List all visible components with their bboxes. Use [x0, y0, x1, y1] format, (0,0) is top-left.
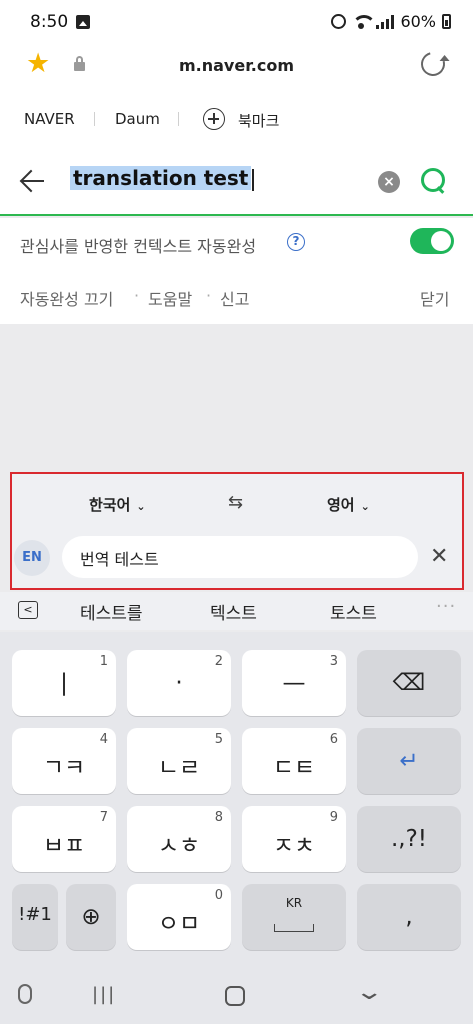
home-icon[interactable] [225, 986, 245, 1006]
microphone-icon[interactable] [18, 984, 32, 1004]
gallery-notification-icon [76, 15, 90, 29]
separator-dot: · [206, 286, 212, 305]
search-icon[interactable] [421, 168, 447, 194]
enter-key[interactable]: ↵ [357, 728, 461, 794]
text-caret [252, 168, 255, 191]
help-icon[interactable]: ? [287, 233, 305, 251]
reload-icon[interactable] [416, 47, 450, 81]
url-text[interactable]: m.naver.com [0, 56, 473, 75]
backspace-icon: ⌫ [392, 670, 426, 696]
search-query: translation test [70, 166, 252, 190]
chevron-down-icon: ⌄ [136, 500, 146, 513]
back-arrow-icon[interactable] [20, 170, 46, 192]
source-language-select[interactable]: 한국어 ⌄ [89, 494, 146, 515]
target-language-label: 영어 [327, 496, 355, 514]
close-translator-icon[interactable]: ✕ [430, 544, 448, 569]
suggestion-item[interactable]: 테스트를 [80, 599, 143, 624]
collapse-toolbar-icon[interactable]: < [18, 601, 38, 619]
context-autocomplete-label: 관심사를 반영한 컨텍스트 자동완성 [20, 237, 257, 256]
help-link[interactable]: 도움말 [148, 286, 192, 310]
autocomplete-context-row: 관심사를 반영한 컨텍스트 자동완성 ? [0, 218, 473, 268]
battery-icon [442, 14, 451, 29]
source-language-label: 한국어 [89, 496, 131, 514]
punctuation-key[interactable]: .,?! [357, 806, 461, 872]
status-bar: 8:50 60% [0, 0, 473, 44]
symbols-key[interactable]: !#1 [12, 884, 58, 950]
key-giyeok-kieuk[interactable]: ㄱㅋ 4 [12, 728, 116, 794]
language-key[interactable]: ⊕ [66, 884, 116, 950]
close-autocomplete-link[interactable]: 닫기 [420, 286, 449, 310]
bookmark-bar: NAVER Daum 북마크 [0, 90, 473, 146]
status-time: 8:50 [30, 12, 69, 32]
separator-dot: · [134, 286, 140, 305]
enter-icon: ↵ [399, 748, 419, 774]
bookmark-separator [94, 112, 95, 126]
recent-apps-icon[interactable]: ||| [92, 984, 116, 1005]
suggestion-item[interactable]: 텍스트 [210, 599, 257, 624]
keyboard-translator-panel: 한국어 ⌄ ⇆ 영어 ⌄ EN 번역 테스트 ✕ [10, 472, 464, 590]
search-input[interactable]: translation test [70, 166, 255, 191]
status-indicators: 60% [331, 12, 451, 31]
suggestion-bar: < 테스트를 텍스트 토스트 ··· [0, 592, 473, 630]
alarm-icon [331, 14, 347, 29]
battery-percent: 60% [400, 12, 436, 31]
more-options-icon[interactable]: ··· [436, 596, 456, 617]
space-language-label: KR [285, 896, 303, 910]
korean-keyboard: | 1 · 2 —3 ⌫ ㄱㅋ 4 ㄴㄹ 5 ㄷㅌ 6 ↵ ㅂㅍ 7 ㅅㅎ 8 ㅈㅊ 9 .,?… [0, 632, 473, 962]
comma-key[interactable]: , [357, 884, 461, 950]
key-vowel-stroke[interactable]: | 1 [12, 650, 116, 716]
chevron-down-icon: ⌄ [360, 500, 370, 513]
hide-keyboard-icon[interactable]: ⌄ [354, 980, 384, 1005]
wifi-icon [352, 14, 377, 29]
swap-languages-icon[interactable]: ⇆ [228, 492, 243, 513]
space-bar-icon [274, 924, 314, 932]
bookmark-label[interactable]: 북마크 [238, 110, 279, 131]
system-navigation-bar: ||| ⌄ [0, 962, 473, 1024]
target-language-select[interactable]: 영어 ⌄ [327, 494, 370, 515]
add-bookmark-icon[interactable] [203, 108, 225, 130]
url-bar: ★ m.naver.com [0, 44, 473, 90]
key-bieup-pieup[interactable]: ㅂㅍ 7 [12, 806, 116, 872]
context-autocomplete-toggle[interactable] [410, 228, 454, 254]
key-vowel-horizontal[interactable]: —3 [242, 650, 346, 716]
backspace-key[interactable]: ⌫ [357, 650, 461, 716]
report-link[interactable]: 신고 [220, 286, 249, 310]
key-siot-hieut[interactable]: ㅅㅎ 8 [127, 806, 231, 872]
turn-off-autocomplete-link[interactable]: 자동완성 끄기 [20, 286, 113, 310]
output-language-badge: EN [14, 540, 50, 576]
autocomplete-links: 자동완성 끄기 · 도움말 · 신고 닫기 [0, 268, 473, 324]
bookmark-separator [178, 112, 179, 126]
signal-icon [376, 14, 395, 29]
key-ieung-mieum[interactable]: ㅇㅁ 0 [127, 884, 231, 950]
key-digeut-tieut[interactable]: ㄷㅌ 6 [242, 728, 346, 794]
search-row: translation test × [0, 146, 473, 216]
key-vowel-dot[interactable]: · 2 [127, 650, 231, 716]
translation-input-field[interactable]: 번역 테스트 [62, 536, 418, 578]
space-key[interactable]: KR [242, 884, 346, 950]
globe-icon: ⊕ [81, 904, 101, 930]
clear-search-icon[interactable]: × [378, 171, 400, 193]
bookmark-naver[interactable]: NAVER [24, 110, 75, 128]
key-nieun-rieul[interactable]: ㄴㄹ 5 [127, 728, 231, 794]
suggestion-item[interactable]: 토스트 [330, 599, 377, 624]
bookmark-daum[interactable]: Daum [115, 110, 160, 128]
key-jieut-chieut[interactable]: ㅈㅊ 9 [242, 806, 346, 872]
